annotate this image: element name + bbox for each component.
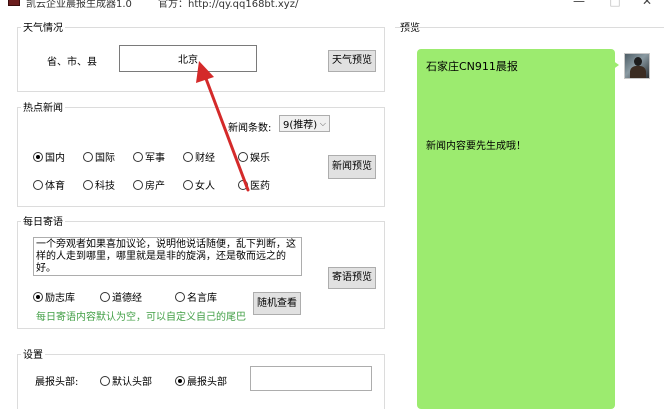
annotation-arrow bbox=[196, 61, 250, 192]
arrow-head bbox=[196, 61, 214, 83]
arrow-shaft bbox=[203, 74, 250, 192]
